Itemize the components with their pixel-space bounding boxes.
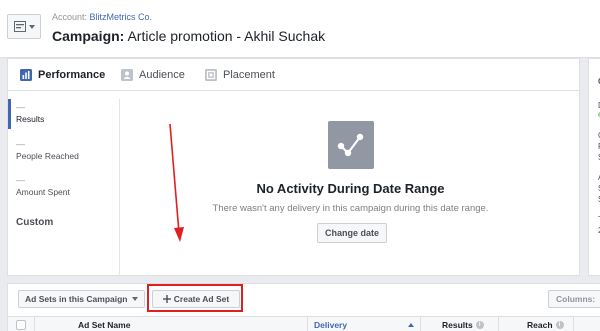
change-date-button[interactable]: Change date (317, 223, 387, 243)
column-header-results[interactable]: Results i (442, 320, 484, 330)
metric-results[interactable]: — Results (8, 99, 120, 129)
column-header-reach[interactable]: Reach i (527, 320, 564, 330)
page-title: Campaign: Article promotion - Akhil Such… (52, 28, 325, 44)
metric-value: — (16, 139, 25, 149)
column-header-label: Results (442, 320, 473, 330)
campaign-label: Campaign: (52, 28, 125, 44)
metric-value: — (16, 175, 25, 185)
tab-placement-label: Placement (223, 68, 275, 81)
metric-label: People Reached (16, 151, 79, 161)
column-divider (34, 317, 35, 331)
account-label: Account: (52, 12, 88, 22)
chevron-down-icon (28, 24, 35, 29)
insights-tabs: Performance Audience Placement (8, 59, 579, 91)
people-icon (121, 68, 133, 81)
campaign-name: Article promotion - Akhil Suchak (127, 28, 326, 44)
column-divider (573, 317, 574, 331)
ad-sets-filter-dropdown[interactable]: Ad Sets in this Campaign (18, 290, 145, 308)
info-icon[interactable]: i (475, 321, 484, 329)
column-divider (498, 317, 499, 331)
info-icon[interactable]: i (555, 321, 564, 329)
tab-performance-label: Performance (38, 68, 106, 81)
ad-sets-toolbar: Ad Sets in this Campaign Create Ad Set C… (7, 283, 600, 331)
metric-value: — (16, 102, 25, 112)
select-all-checkbox[interactable] (16, 320, 26, 330)
metric-amount-spent[interactable]: — Amount Spent (8, 172, 120, 202)
placement-icon (205, 68, 217, 81)
empty-state-title: No Activity During Date Range (256, 181, 445, 196)
tab-performance[interactable]: Performance (20, 59, 105, 90)
annotation-highlight-box (147, 284, 243, 312)
performance-card: Performance Audience Placement — Results (7, 58, 580, 276)
view-menu-button[interactable] (7, 14, 41, 39)
sort-ascending-icon (408, 323, 414, 327)
tab-audience[interactable]: Audience (121, 59, 185, 90)
chevron-down-icon (131, 297, 138, 301)
annotation-arrow (169, 123, 184, 242)
column-header-ad-set-name[interactable]: Ad Set Name (78, 320, 130, 330)
column-header-label: Ad Set Name (78, 320, 131, 330)
metric-people-reached[interactable]: — People Reached (8, 136, 120, 166)
custom-metric-link[interactable]: Custom (16, 217, 53, 228)
column-header-label: Reach (527, 320, 553, 330)
metric-label: Amount Spent (16, 187, 70, 197)
column-header-delivery[interactable]: Delivery (314, 320, 414, 330)
metrics-sidebar: — Results — People Reached — Amount Spen… (8, 99, 120, 275)
tab-audience-label: Audience (139, 68, 185, 81)
column-divider (420, 317, 421, 331)
metric-label: Results (16, 114, 45, 124)
share-graph-icon (328, 121, 374, 169)
account-name-link[interactable]: BlitzMetrics Co. (90, 12, 153, 22)
ad-sets-filter-label: Ad Sets in this Campaign (25, 294, 128, 304)
account-line: Account: BlitzMetrics Co. (52, 12, 152, 22)
empty-state-description: There wasn't any delivery in this campai… (212, 203, 489, 214)
bar-chart-icon (20, 68, 32, 81)
campaign-details-panel: C D e C F S A S S T 2 (588, 58, 600, 276)
page-header: Account: BlitzMetrics Co. Campaign: Arti… (0, 0, 600, 58)
tab-placement[interactable]: Placement (205, 59, 275, 90)
ad-sets-table-header: Ad Set Name Delivery Results i Reach i (8, 316, 600, 331)
ads-manager-icon (13, 21, 26, 32)
columns-dropdown[interactable]: Columns: (548, 290, 600, 308)
empty-state: No Activity During Date Range There wasn… (128, 121, 573, 251)
column-divider (307, 317, 308, 331)
column-header-label: Delivery (314, 320, 348, 330)
